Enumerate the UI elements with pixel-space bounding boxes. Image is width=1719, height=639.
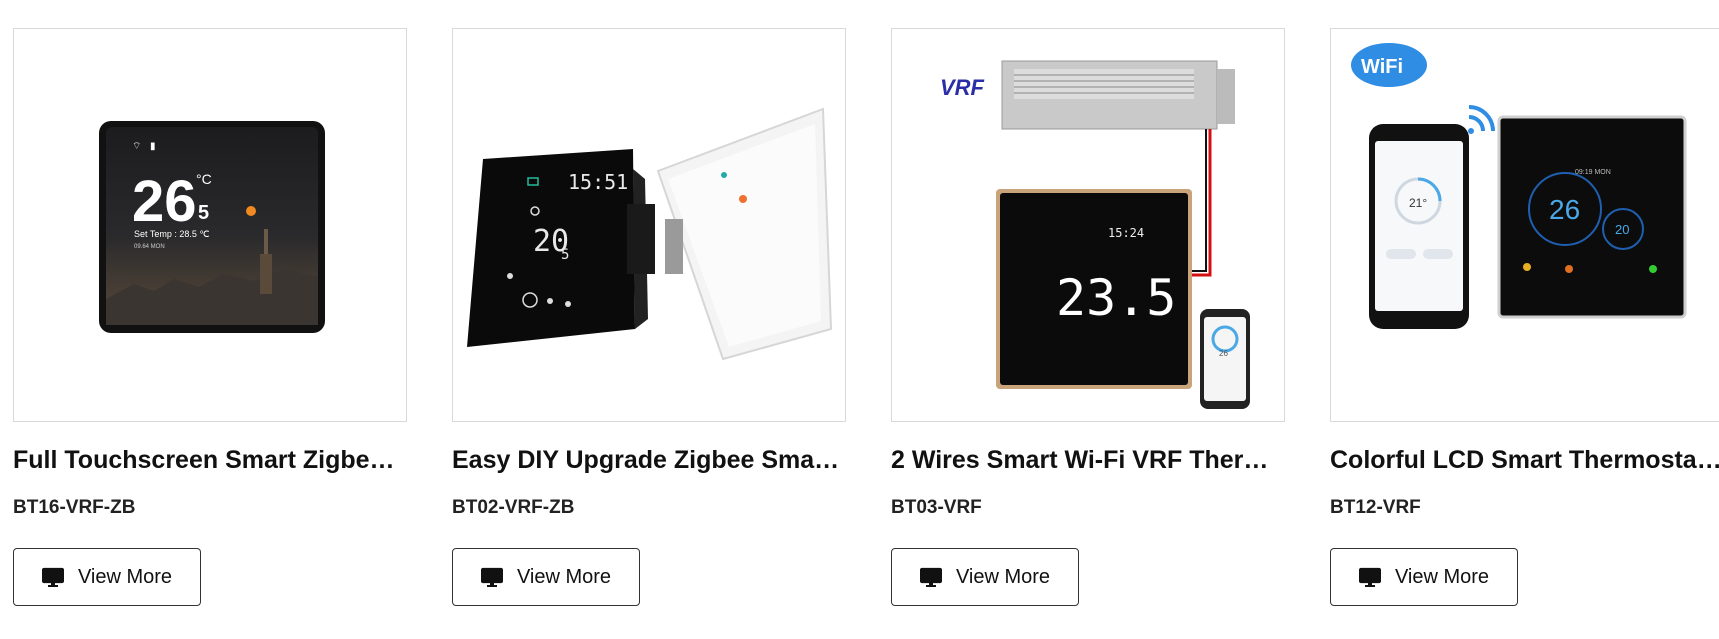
monitor-icon <box>41 566 64 588</box>
product-model: BT12-VRF <box>1330 497 1421 518</box>
view-more-button[interactable]: View More <box>452 548 640 606</box>
thermostat-photo: VRF 15:24 23.5 26 <box>940 60 1250 409</box>
svg-text:WiFi: WiFi <box>1361 56 1403 78</box>
view-more-button[interactable]: View More <box>13 548 201 606</box>
view-more-label: View More <box>1394 565 1490 588</box>
thermostat-photo: ⌔ ▮ 26 °C 5 Set Temp : 28.5 ℃ 09.64 MON <box>99 121 325 333</box>
svg-text:5: 5 <box>561 247 569 263</box>
product-model: BT16-VRF-ZB <box>13 497 136 518</box>
svg-text:VRF: VRF <box>940 75 985 100</box>
svg-text:09.64 MON: 09.64 MON <box>134 244 165 250</box>
view-more-label: View More <box>516 565 612 588</box>
monitor-icon <box>1358 566 1381 588</box>
svg-text:▮: ▮ <box>150 141 156 152</box>
product-model: BT03-VRF <box>891 497 982 518</box>
product-card[interactable]: 15:51 20 5 Easy DIY Upgrade Zigbee Smart… <box>452 28 846 606</box>
svg-text:26: 26 <box>132 169 197 234</box>
product-image[interactable]: ⌔ ▮ 26 °C 5 Set Temp : 28.5 ℃ 09.64 MON <box>13 28 407 422</box>
view-more-label: View More <box>77 565 173 588</box>
thermostat-photo: 15:51 20 5 <box>467 107 833 361</box>
svg-text:21°: 21° <box>1409 196 1427 210</box>
product-card[interactable]: VRF 15:24 23.5 26 2 Wires Smart Wi-Fi VR… <box>891 28 1285 606</box>
product-title[interactable]: 2 Wires Smart Wi-Fi VRF Thermostat <box>891 445 1285 475</box>
view-more-label: View More <box>955 565 1051 588</box>
product-title[interactable]: Full Touchscreen Smart Zigbee VRF Thermo… <box>13 445 407 475</box>
monitor-icon <box>919 566 942 588</box>
svg-text:⌔: ⌔ <box>132 141 141 152</box>
product-image[interactable]: VRF 15:24 23.5 26 <box>891 28 1285 422</box>
product-card[interactable]: ⌔ ▮ 26 °C 5 Set Temp : 28.5 ℃ 09.64 MON … <box>13 28 407 606</box>
view-more-button[interactable]: View More <box>1330 548 1518 606</box>
svg-text:20: 20 <box>1615 222 1629 237</box>
product-title[interactable]: Colorful LCD Smart Thermostat for VRF <box>1330 445 1719 475</box>
product-image[interactable]: 15:51 20 5 <box>452 28 846 422</box>
product-card[interactable]: WiFi 21° 26 20 09:19 MON Colorful LCD Sm… <box>1330 28 1719 606</box>
svg-text:Set Temp : 28.5 ℃: Set Temp : 28.5 ℃ <box>134 229 209 239</box>
svg-text:5: 5 <box>198 202 209 224</box>
monitor-icon <box>480 566 503 588</box>
svg-text:23.5: 23.5 <box>1056 269 1176 327</box>
svg-text:26: 26 <box>1219 349 1228 358</box>
view-more-button[interactable]: View More <box>891 548 1079 606</box>
product-model: BT02-VRF-ZB <box>452 497 575 518</box>
product-title[interactable]: Easy DIY Upgrade Zigbee Smart VRF Thermo… <box>452 445 846 475</box>
svg-text:15:24: 15:24 <box>1108 226 1144 240</box>
product-image[interactable]: WiFi 21° 26 20 09:19 MON <box>1330 28 1719 422</box>
svg-text:°C: °C <box>196 171 212 187</box>
svg-text:26: 26 <box>1549 194 1580 225</box>
svg-text:09:19 MON: 09:19 MON <box>1575 169 1611 176</box>
thermostat-photo: WiFi 21° 26 20 09:19 MON <box>1351 43 1687 329</box>
svg-text:15:51: 15:51 <box>568 170 628 194</box>
